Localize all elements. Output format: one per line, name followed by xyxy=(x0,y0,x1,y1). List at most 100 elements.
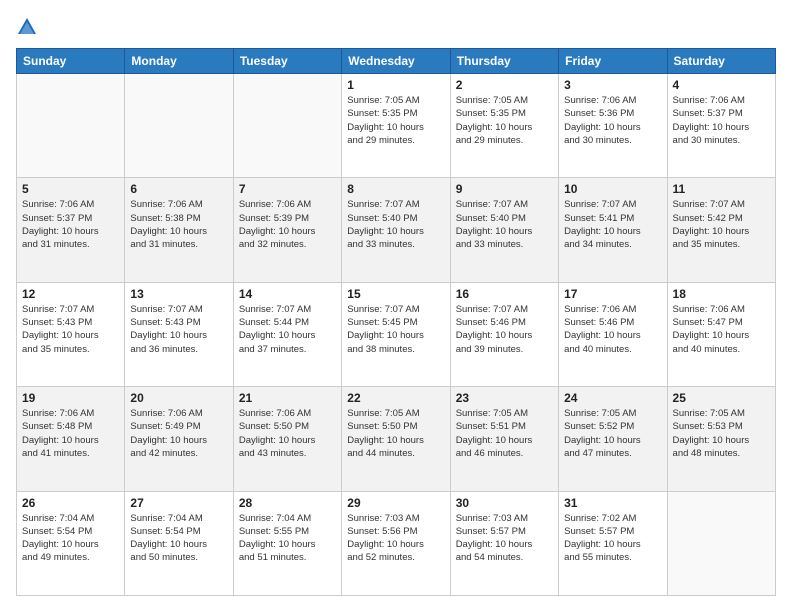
weekday-header-tuesday: Tuesday xyxy=(233,49,341,74)
day-info: Sunrise: 7:06 AM Sunset: 5:49 PM Dayligh… xyxy=(130,407,227,460)
day-number: 18 xyxy=(673,287,770,301)
day-info: Sunrise: 7:05 AM Sunset: 5:53 PM Dayligh… xyxy=(673,407,770,460)
calendar-day: 25 Sunrise: 7:05 AM Sunset: 5:53 PM Dayli… xyxy=(667,387,775,491)
day-number: 10 xyxy=(564,182,661,196)
day-number: 26 xyxy=(22,496,119,510)
day-number: 28 xyxy=(239,496,336,510)
day-number: 5 xyxy=(22,182,119,196)
calendar-day: 3 Sunrise: 7:06 AM Sunset: 5:36 PM Daylig… xyxy=(559,74,667,178)
day-number: 2 xyxy=(456,78,553,92)
day-info: Sunrise: 7:07 AM Sunset: 5:41 PM Dayligh… xyxy=(564,198,661,251)
calendar-day: 7 Sunrise: 7:06 AM Sunset: 5:39 PM Daylig… xyxy=(233,178,341,282)
calendar-day: 19 Sunrise: 7:06 AM Sunset: 5:48 PM Dayli… xyxy=(17,387,125,491)
day-number: 3 xyxy=(564,78,661,92)
day-info: Sunrise: 7:05 AM Sunset: 5:50 PM Dayligh… xyxy=(347,407,444,460)
day-number: 12 xyxy=(22,287,119,301)
calendar-day: 24 Sunrise: 7:05 AM Sunset: 5:52 PM Dayli… xyxy=(559,387,667,491)
calendar-day: 29 Sunrise: 7:03 AM Sunset: 5:56 PM Dayli… xyxy=(342,491,450,595)
calendar-day: 20 Sunrise: 7:06 AM Sunset: 5:49 PM Dayli… xyxy=(125,387,233,491)
calendar-day: 23 Sunrise: 7:05 AM Sunset: 5:51 PM Dayli… xyxy=(450,387,558,491)
calendar-day: 8 Sunrise: 7:07 AM Sunset: 5:40 PM Daylig… xyxy=(342,178,450,282)
day-info: Sunrise: 7:06 AM Sunset: 5:37 PM Dayligh… xyxy=(22,198,119,251)
day-info: Sunrise: 7:03 AM Sunset: 5:56 PM Dayligh… xyxy=(347,512,444,565)
calendar-day: 31 Sunrise: 7:02 AM Sunset: 5:57 PM Dayli… xyxy=(559,491,667,595)
day-number: 9 xyxy=(456,182,553,196)
weekday-header-friday: Friday xyxy=(559,49,667,74)
calendar-day: 26 Sunrise: 7:04 AM Sunset: 5:54 PM Dayli… xyxy=(17,491,125,595)
day-number: 4 xyxy=(673,78,770,92)
day-number: 27 xyxy=(130,496,227,510)
day-info: Sunrise: 7:07 AM Sunset: 5:43 PM Dayligh… xyxy=(130,303,227,356)
day-number: 13 xyxy=(130,287,227,301)
day-number: 1 xyxy=(347,78,444,92)
weekday-header-sunday: Sunday xyxy=(17,49,125,74)
day-info: Sunrise: 7:05 AM Sunset: 5:35 PM Dayligh… xyxy=(347,94,444,147)
day-number: 25 xyxy=(673,391,770,405)
calendar-day: 12 Sunrise: 7:07 AM Sunset: 5:43 PM Dayli… xyxy=(17,282,125,386)
calendar-day: 15 Sunrise: 7:07 AM Sunset: 5:45 PM Dayli… xyxy=(342,282,450,386)
day-info: Sunrise: 7:06 AM Sunset: 5:36 PM Dayligh… xyxy=(564,94,661,147)
day-number: 23 xyxy=(456,391,553,405)
calendar-week-5: 26 Sunrise: 7:04 AM Sunset: 5:54 PM Dayli… xyxy=(17,491,776,595)
calendar-week-2: 5 Sunrise: 7:06 AM Sunset: 5:37 PM Daylig… xyxy=(17,178,776,282)
day-info: Sunrise: 7:07 AM Sunset: 5:45 PM Dayligh… xyxy=(347,303,444,356)
day-number: 30 xyxy=(456,496,553,510)
page-header xyxy=(16,16,776,38)
day-info: Sunrise: 7:05 AM Sunset: 5:52 PM Dayligh… xyxy=(564,407,661,460)
day-info: Sunrise: 7:05 AM Sunset: 5:51 PM Dayligh… xyxy=(456,407,553,460)
day-number: 20 xyxy=(130,391,227,405)
day-number: 24 xyxy=(564,391,661,405)
calendar-day: 16Sunrise: 7:07 AM Sunset: 5:46 PM Dayli… xyxy=(450,282,558,386)
calendar-day: 22 Sunrise: 7:05 AM Sunset: 5:50 PM Dayli… xyxy=(342,387,450,491)
calendar-day: 14 Sunrise: 7:07 AM Sunset: 5:44 PM Dayli… xyxy=(233,282,341,386)
weekday-header-monday: Monday xyxy=(125,49,233,74)
calendar-day: 9 Sunrise: 7:07 AM Sunset: 5:40 PM Daylig… xyxy=(450,178,558,282)
day-number: 22 xyxy=(347,391,444,405)
day-number: 31 xyxy=(564,496,661,510)
calendar-day: 30 Sunrise: 7:03 AM Sunset: 5:57 PM Dayli… xyxy=(450,491,558,595)
calendar-day xyxy=(17,74,125,178)
day-number: 11 xyxy=(673,182,770,196)
calendar-week-1: 1 Sunrise: 7:05 AM Sunset: 5:35 PM Daylig… xyxy=(17,74,776,178)
calendar-day: 27Sunrise: 7:04 AM Sunset: 5:54 PM Dayli… xyxy=(125,491,233,595)
day-info: Sunrise: 7:05 AM Sunset: 5:35 PM Dayligh… xyxy=(456,94,553,147)
day-info: Sunrise: 7:06 AM Sunset: 5:50 PM Dayligh… xyxy=(239,407,336,460)
day-info: Sunrise: 7:06 AM Sunset: 5:39 PM Dayligh… xyxy=(239,198,336,251)
day-info: Sunrise: 7:06 AM Sunset: 5:47 PM Dayligh… xyxy=(673,303,770,356)
day-info: Sunrise: 7:06 AM Sunset: 5:48 PM Dayligh… xyxy=(22,407,119,460)
day-info: Sunrise: 7:07 AM Sunset: 5:43 PM Dayligh… xyxy=(22,303,119,356)
calendar-day: 1 Sunrise: 7:05 AM Sunset: 5:35 PM Daylig… xyxy=(342,74,450,178)
calendar-day: 6 Sunrise: 7:06 AM Sunset: 5:38 PM Daylig… xyxy=(125,178,233,282)
day-info: Sunrise: 7:03 AM Sunset: 5:57 PM Dayligh… xyxy=(456,512,553,565)
logo xyxy=(16,16,42,38)
calendar-day xyxy=(125,74,233,178)
day-number: 14 xyxy=(239,287,336,301)
calendar-page: SundayMondayTuesdayWednesdayThursdayFrid… xyxy=(0,0,792,612)
weekday-header-saturday: Saturday xyxy=(667,49,775,74)
calendar-day: 4Sunrise: 7:06 AM Sunset: 5:37 PM Daylig… xyxy=(667,74,775,178)
day-info: Sunrise: 7:07 AM Sunset: 5:42 PM Dayligh… xyxy=(673,198,770,251)
day-info: Sunrise: 7:04 AM Sunset: 5:54 PM Dayligh… xyxy=(22,512,119,565)
day-number: 15 xyxy=(347,287,444,301)
calendar-day: 18 Sunrise: 7:06 AM Sunset: 5:47 PM Dayli… xyxy=(667,282,775,386)
day-info: Sunrise: 7:04 AM Sunset: 5:55 PM Dayligh… xyxy=(239,512,336,565)
day-number: 21 xyxy=(239,391,336,405)
calendar-day: 11 Sunrise: 7:07 AM Sunset: 5:42 PM Dayli… xyxy=(667,178,775,282)
day-info: Sunrise: 7:07 AM Sunset: 5:44 PM Dayligh… xyxy=(239,303,336,356)
calendar-day: 5 Sunrise: 7:06 AM Sunset: 5:37 PM Daylig… xyxy=(17,178,125,282)
calendar-day: 2 Sunrise: 7:05 AM Sunset: 5:35 PM Daylig… xyxy=(450,74,558,178)
day-number: 19 xyxy=(22,391,119,405)
day-number: 8 xyxy=(347,182,444,196)
day-number: 6 xyxy=(130,182,227,196)
calendar-day: 10 Sunrise: 7:07 AM Sunset: 5:41 PM Dayli… xyxy=(559,178,667,282)
day-number: 7 xyxy=(239,182,336,196)
day-info: Sunrise: 7:06 AM Sunset: 5:46 PM Dayligh… xyxy=(564,303,661,356)
calendar-day xyxy=(667,491,775,595)
day-info: Sunrise: 7:07 AM Sunset: 5:40 PM Dayligh… xyxy=(347,198,444,251)
day-info: Sunrise: 7:02 AM Sunset: 5:57 PM Dayligh… xyxy=(564,512,661,565)
calendar-day: 21 Sunrise: 7:06 AM Sunset: 5:50 PM Dayli… xyxy=(233,387,341,491)
day-number: 29 xyxy=(347,496,444,510)
calendar-table: SundayMondayTuesdayWednesdayThursdayFrid… xyxy=(16,48,776,596)
day-info: Sunrise: 7:07 AM Sunset: 5:40 PM Dayligh… xyxy=(456,198,553,251)
day-info: Sunrise: 7:06 AM Sunset: 5:38 PM Dayligh… xyxy=(130,198,227,251)
